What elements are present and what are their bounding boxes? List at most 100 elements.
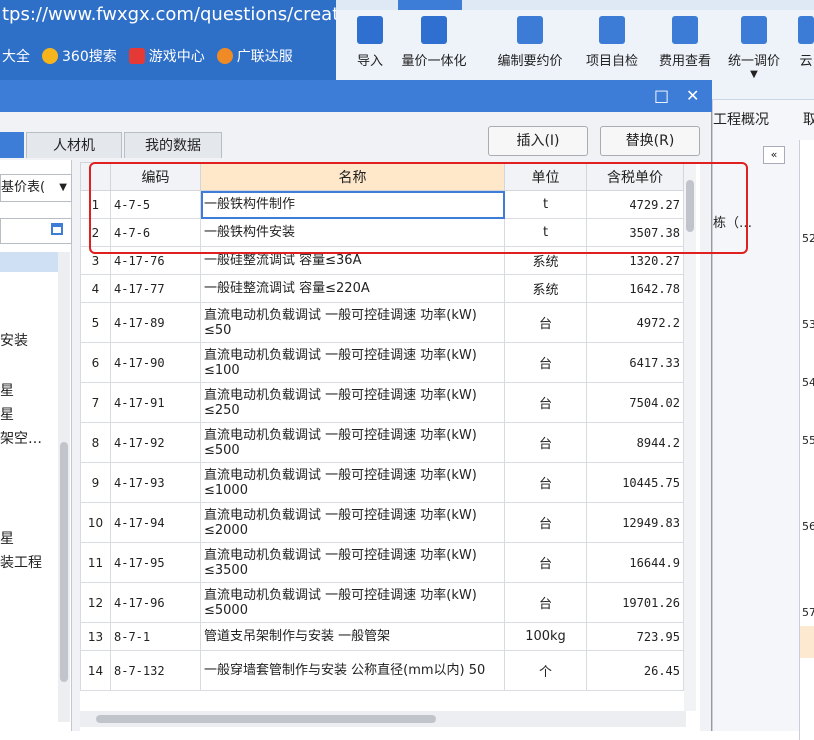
- tree-scroll-thumb[interactable]: [60, 442, 68, 682]
- cell-code[interactable]: 8-7-132: [110, 650, 201, 691]
- cell-name[interactable]: 一般硅整流调试 容量≤220A: [200, 274, 505, 303]
- tree-item[interactable]: 安装: [0, 330, 28, 350]
- table-row[interactable]: 11 4-17-95 直流电动机负载调试 一般可控硅调速 功率(kW) ≤3500 台…: [80, 542, 684, 583]
- cell-price[interactable]: 8944.2: [586, 422, 684, 463]
- cell-name[interactable]: 直流电动机负载调试 一般可控硅调速 功率(kW) ≤1000: [200, 462, 505, 503]
- cell-num: 6: [80, 342, 111, 383]
- tree-item[interactable]: 装工程: [0, 552, 42, 572]
- table-row[interactable]: 10 4-17-94 直流电动机负载调试 一般可控硅调速 功率(kW) ≤2000 台…: [80, 502, 684, 543]
- cell-unit[interactable]: 台: [504, 502, 587, 543]
- cell-code[interactable]: 8-7-1: [110, 622, 201, 651]
- bookmark-item[interactable]: 360搜索: [42, 46, 117, 66]
- tree-selected-row[interactable]: [0, 252, 60, 272]
- tree-item[interactable]: 星: [0, 404, 14, 424]
- edit-price-button[interactable]: 编制要约价: [490, 16, 570, 76]
- bookmark-item[interactable]: 广联达服: [216, 46, 293, 66]
- tab-my-data[interactable]: 我的数据: [124, 132, 222, 158]
- cell-code[interactable]: 4-17-92: [110, 422, 201, 463]
- row-label: 55: [802, 434, 814, 447]
- tab-materials[interactable]: 人材机: [26, 132, 122, 158]
- cell-unit[interactable]: 台: [504, 462, 587, 503]
- annotation-highlight: [89, 162, 748, 254]
- table-row[interactable]: 14 8-7-132 一般穿墙套管制作与安装 公称直径(mm以内) 50 个 26.45: [80, 650, 684, 691]
- table-row[interactable]: 8 4-17-92 直流电动机负载调试 一般可控硅调速 功率(kW) ≤500 台 89…: [80, 422, 684, 463]
- tab-fee[interactable]: 取: [803, 100, 814, 140]
- cell-name[interactable]: 直流电动机负载调试 一般可控硅调速 功率(kW) ≤2000: [200, 502, 505, 543]
- cell-name[interactable]: 管道支吊架制作与安装 一般管架: [200, 622, 505, 651]
- cell-name[interactable]: 直流电动机负载调试 一般可控硅调速 功率(kW) ≤5000: [200, 582, 505, 623]
- grid-hscroll-thumb[interactable]: [96, 715, 436, 723]
- close-icon[interactable]: ✕: [686, 86, 699, 106]
- dialog-titlebar[interactable]: □ ✕: [0, 80, 712, 112]
- price-table-select[interactable]: 基价表(▼: [0, 174, 72, 202]
- maximize-icon[interactable]: □: [654, 86, 669, 106]
- bookmark-item[interactable]: 大全: [2, 46, 30, 66]
- cell-unit[interactable]: 100kg: [504, 622, 587, 651]
- cell-price[interactable]: 26.45: [586, 650, 684, 691]
- ribbon-label: 费用查看: [658, 54, 711, 69]
- cell-price[interactable]: 4972.2: [586, 302, 684, 343]
- cell-code[interactable]: 4-17-89: [110, 302, 201, 343]
- cell-name[interactable]: 直流电动机负载调试 一般可控硅调速 功率(kW) ≤3500: [200, 542, 505, 583]
- cell-price[interactable]: 6417.33: [586, 342, 684, 383]
- insert-button[interactable]: 插入(I): [488, 126, 588, 156]
- self-check-button[interactable]: 项目自检: [580, 16, 644, 76]
- table-row[interactable]: 9 4-17-93 直流电动机负载调试 一般可控硅调速 功率(kW) ≤1000 台 1…: [80, 462, 684, 503]
- quantity-price-button[interactable]: 量价一体化: [394, 16, 474, 76]
- cell-code[interactable]: 4-17-91: [110, 382, 201, 423]
- cell-name[interactable]: 直流电动机负载调试 一般可控硅调速 功率(kW) ≤250: [200, 382, 505, 423]
- ribbon-label: 编制要约价: [497, 54, 563, 69]
- tree-item[interactable]: 星: [0, 528, 14, 548]
- fee-view-button[interactable]: 费用查看: [652, 16, 718, 76]
- cell-name[interactable]: 直流电动机负载调试 一般可控硅调速 功率(kW) ≤100: [200, 342, 505, 383]
- cell-code[interactable]: 4-17-93: [110, 462, 201, 503]
- cell-unit[interactable]: 台: [504, 342, 587, 383]
- cell-unit[interactable]: 个: [504, 650, 587, 691]
- cell-price[interactable]: 7504.02: [586, 382, 684, 423]
- table-row[interactable]: 13 8-7-1 管道支吊架制作与安装 一般管架 100kg 723.95: [80, 622, 684, 651]
- table-row[interactable]: 7 4-17-91 直流电动机负载调试 一般可控硅调速 功率(kW) ≤250 台 75…: [80, 382, 684, 423]
- cell-code[interactable]: 4-17-96: [110, 582, 201, 623]
- cell-code[interactable]: 4-17-90: [110, 342, 201, 383]
- bookmark-item[interactable]: 游戏中心: [128, 46, 205, 66]
- tree-search-input[interactable]: [0, 218, 72, 244]
- cell-price[interactable]: 723.95: [586, 622, 684, 651]
- cell-unit[interactable]: 台: [504, 382, 587, 423]
- tree-scrollbar[interactable]: [58, 252, 70, 722]
- tab-active[interactable]: [0, 132, 24, 158]
- cell-price[interactable]: 19701.26: [586, 582, 684, 623]
- import-button[interactable]: 导入: [350, 16, 390, 76]
- cell-price[interactable]: 10445.75: [586, 462, 684, 503]
- cell-unit[interactable]: 系统: [504, 274, 587, 303]
- search-icon[interactable]: [51, 223, 63, 235]
- tree-item[interactable]: 星: [0, 380, 14, 400]
- cell-price[interactable]: 1642.78: [586, 274, 684, 303]
- cell-unit[interactable]: 台: [504, 422, 587, 463]
- grid-hscrollbar[interactable]: [80, 711, 686, 727]
- cloud-button[interactable]: 云: [798, 16, 814, 76]
- cell-code[interactable]: 4-17-77: [110, 274, 201, 303]
- cell-name[interactable]: 直流电动机负载调试 一般可控硅调速 功率(kW) ≤50: [200, 302, 505, 343]
- dropdown-arrow-icon[interactable]: ▼: [722, 69, 786, 80]
- table-row[interactable]: 5 4-17-89 直流电动机负载调试 一般可控硅调速 功率(kW) ≤50 台 497…: [80, 302, 684, 343]
- ribbon-tab-active[interactable]: [398, 0, 462, 10]
- cell-num: 10: [80, 502, 111, 543]
- cell-name[interactable]: 直流电动机负载调试 一般可控硅调速 功率(kW) ≤500: [200, 422, 505, 463]
- replace-button[interactable]: 替换(R): [600, 126, 700, 156]
- tab-project-overview[interactable]: 工程概况: [713, 100, 773, 140]
- cell-name[interactable]: 一般穿墙套管制作与安装 公称直径(mm以内) 50: [200, 650, 505, 691]
- table-row[interactable]: 6 4-17-90 直流电动机负载调试 一般可控硅调速 功率(kW) ≤100 台 64…: [80, 342, 684, 383]
- table-row[interactable]: 12 4-17-96 直流电动机负载调试 一般可控硅调速 功率(kW) ≤5000 台…: [80, 582, 684, 623]
- url-bar[interactable]: tps://www.fwxgx.com/questions/create: [0, 0, 336, 30]
- cell-unit[interactable]: 台: [504, 582, 587, 623]
- cell-unit[interactable]: 台: [504, 302, 587, 343]
- cell-code[interactable]: 4-17-94: [110, 502, 201, 543]
- cell-code[interactable]: 4-17-95: [110, 542, 201, 583]
- cell-price[interactable]: 12949.83: [586, 502, 684, 543]
- cell-price[interactable]: 16644.9: [586, 542, 684, 583]
- table-row[interactable]: 4 4-17-77 一般硅整流调试 容量≤220A 系统 1642.78: [80, 274, 684, 303]
- cell-unit[interactable]: 台: [504, 542, 587, 583]
- tree-item[interactable]: 架空…: [0, 428, 42, 448]
- adjust-price-button[interactable]: 统一调价 ▼: [722, 16, 786, 80]
- collapse-icon[interactable]: «: [763, 146, 785, 164]
